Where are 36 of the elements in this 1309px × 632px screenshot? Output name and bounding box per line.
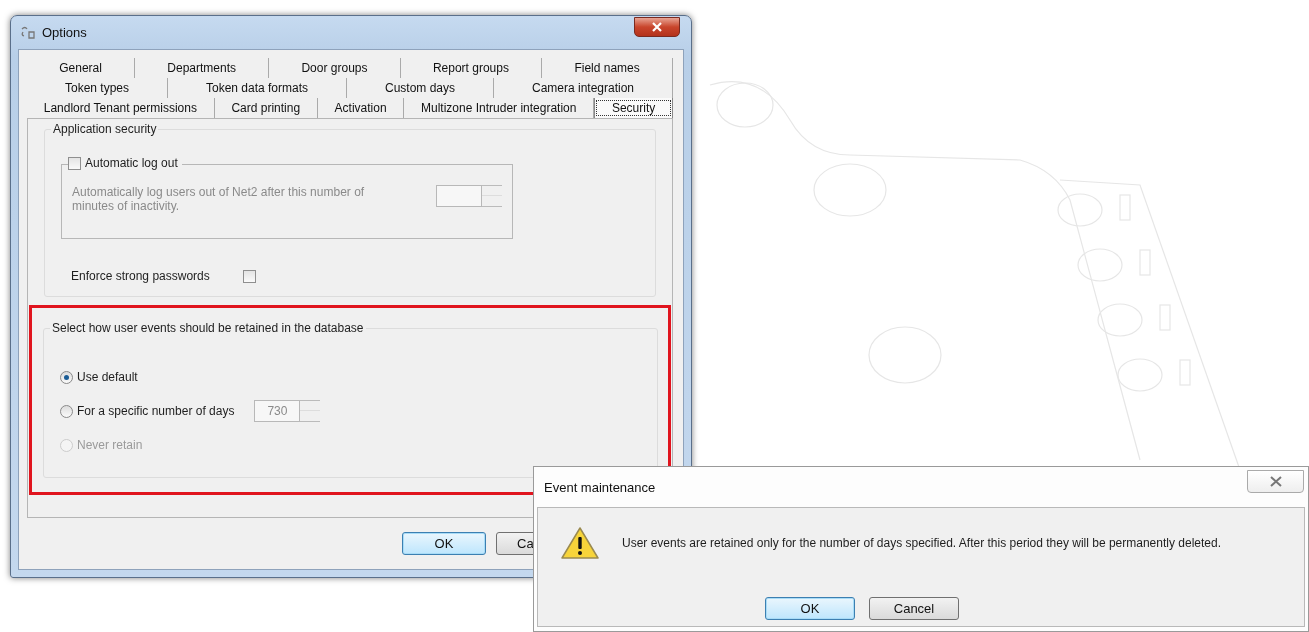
group-title: Application security <box>51 122 159 136</box>
dialog-button[interactable]: Cancel <box>869 597 959 620</box>
tab[interactable]: Report groups <box>400 58 543 78</box>
tab[interactable]: Security <box>594 98 673 118</box>
tab[interactable]: Field names <box>542 58 673 78</box>
radio-label: For a specific number of days <box>77 404 235 418</box>
spin-buttons[interactable] <box>300 400 321 422</box>
radio-label: Never retain <box>77 438 143 452</box>
tab[interactable]: Door groups <box>269 58 401 78</box>
radio-label: Use default <box>77 370 138 384</box>
app-icon <box>20 25 36 40</box>
close-icon <box>652 22 662 32</box>
close-button[interactable] <box>634 17 680 37</box>
tab[interactable]: Token data formats <box>168 78 347 98</box>
checkbox-label: Automatic log out <box>81 156 182 170</box>
tab[interactable]: Departments <box>135 58 270 78</box>
radio-button[interactable] <box>60 404 73 418</box>
tab[interactable]: Custom days <box>347 78 494 98</box>
close-button[interactable] <box>1247 470 1304 493</box>
tab[interactable]: Token types <box>27 78 168 98</box>
group-title: Select how user events should be retained in the database <box>50 321 366 335</box>
dialog-button[interactable]: OK <box>402 532 486 555</box>
checkbox[interactable] <box>68 156 81 170</box>
checkbox-label: Enforce strong passwords <box>70 269 211 283</box>
warning-icon <box>560 526 600 560</box>
close-icon <box>1269 476 1282 487</box>
dialog-title: Event maintenance <box>544 479 656 495</box>
minutes-field[interactable] <box>436 185 482 207</box>
radio-button[interactable] <box>60 370 73 384</box>
checkbox[interactable] <box>243 269 256 283</box>
tab[interactable]: General <box>27 58 136 78</box>
dialog-button[interactable]: OK <box>765 597 855 620</box>
description-text: Automatically log users out of Net2 after this number of minutes of inactivity. <box>72 185 366 213</box>
message-text: User events are retained only for the number of days specified. After this period they will be permanently deleted. <box>622 536 1221 550</box>
spin-buttons[interactable] <box>482 185 502 207</box>
window-title: Options <box>42 25 87 40</box>
